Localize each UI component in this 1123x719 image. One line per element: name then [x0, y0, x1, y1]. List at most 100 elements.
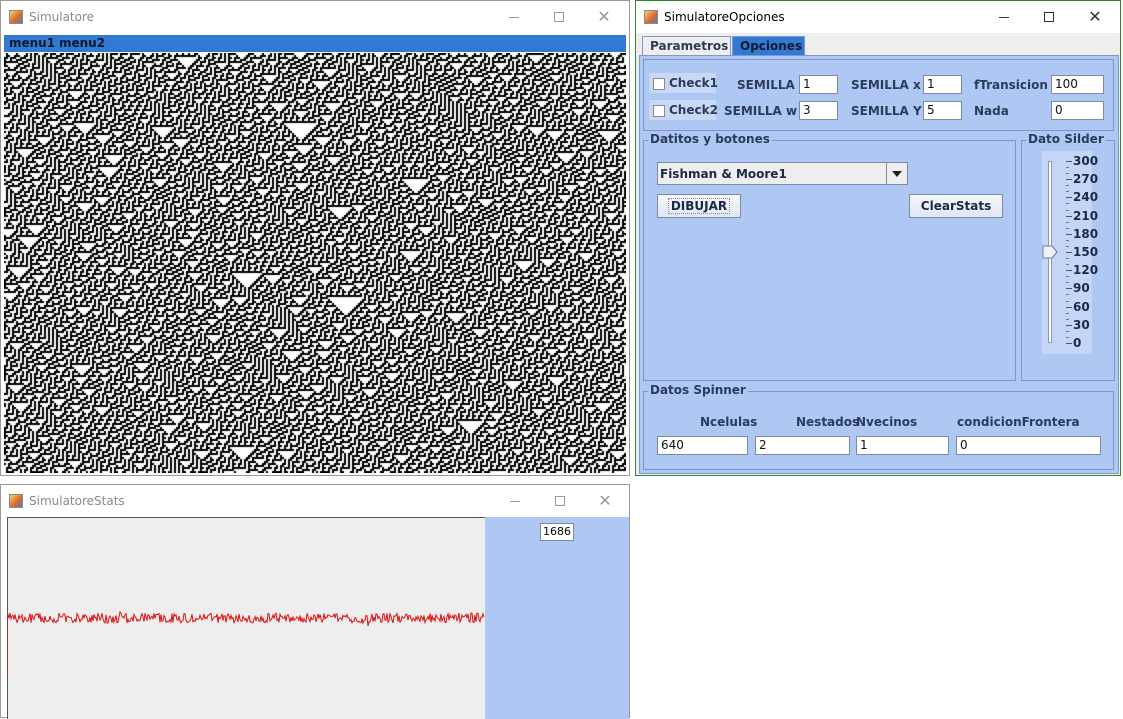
minimize-icon — [510, 500, 520, 502]
nestados-spinner[interactable]: 2 — [755, 436, 850, 455]
slider-tick-label: 90 — [1073, 281, 1090, 296]
tab-bar: Parametros Opciones — [639, 36, 1119, 56]
slider-tick-label: 30 — [1073, 317, 1090, 332]
tab-parametros[interactable]: Parametros — [642, 36, 731, 55]
java-app-icon — [9, 494, 23, 508]
nvecinos-spinner[interactable]: 1 — [856, 436, 949, 455]
minimize-button[interactable] — [492, 485, 538, 517]
slider-minor-tick — [1066, 294, 1069, 296]
slider-tick — [1066, 252, 1072, 253]
generation-counter: 1686 — [540, 523, 574, 541]
condicion-frontera-spinner[interactable]: 0 — [956, 436, 1101, 455]
cellular-automaton-canvas — [4, 53, 626, 473]
nestados-label: Nestados — [796, 415, 860, 429]
slider-minor-tick — [1066, 258, 1069, 260]
check2-checkbox[interactable]: Check2 — [648, 99, 718, 121]
slider-minor-tick — [1066, 185, 1069, 187]
check2-label: Check2 — [669, 103, 718, 117]
semilla-x-label: SEMILLA x — [851, 78, 921, 92]
menu1[interactable]: menu1 — [9, 36, 55, 50]
slider-tick — [1066, 288, 1072, 290]
slider-tick — [1066, 215, 1072, 217]
semilla-y-field[interactable]: 5 — [923, 101, 962, 120]
slider-tick-label: 240 — [1073, 190, 1099, 205]
stats-series-line — [7, 610, 485, 677]
slider-tick-label: 210 — [1073, 208, 1099, 223]
java-app-icon — [9, 10, 23, 24]
maximize-button[interactable] — [536, 1, 582, 33]
slider-minor-tick — [1066, 336, 1069, 338]
slider-minor-tick — [1066, 227, 1069, 229]
combobox-value: Fishman & Moore1 — [660, 167, 787, 181]
check1-label: Check1 — [669, 76, 718, 90]
menu2[interactable]: menu2 — [59, 36, 105, 50]
window-title: SimulatoreStats — [29, 494, 125, 508]
checkbox-box — [653, 105, 665, 117]
minimize-button[interactable] — [491, 1, 537, 33]
tab-opciones[interactable]: Opciones — [732, 36, 805, 55]
nvecinos-label: Nvecinos — [856, 415, 918, 429]
algorithm-combobox[interactable]: Fishman & Moore1 — [657, 162, 908, 185]
stats-line-plot — [7, 610, 485, 677]
maximize-button[interactable] — [537, 485, 583, 517]
close-icon: ✕ — [1088, 7, 1102, 26]
semilla-w-label: SEMILLA w — [724, 104, 798, 118]
slider-title: Dato Silder — [1026, 132, 1106, 146]
semilla-y-label: SEMILLA Y — [851, 104, 922, 118]
ncelulas-spinner[interactable]: 640 — [657, 436, 748, 455]
checkbox-box — [653, 78, 665, 90]
value-slider[interactable]: 300 270 240 210 180 150 120 90 60 30 0 — [1042, 151, 1098, 354]
parametros-group: Check1 Check2 SEMILLA 1 SEMILLA x 1 fTra… — [643, 59, 1114, 131]
slider-minor-tick — [1066, 300, 1069, 302]
slider-minor-tick — [1066, 276, 1069, 278]
close-icon: ✕ — [598, 491, 612, 510]
ftransicion-label: fTransicion — [974, 78, 1048, 92]
slider-tick — [1066, 343, 1072, 344]
clearstats-button[interactable]: ClearStats — [909, 194, 1003, 218]
minimize-button[interactable] — [981, 1, 1027, 33]
dibujar-button[interactable]: DIBUJAR — [657, 194, 741, 218]
dibujar-label: DIBUJAR — [667, 198, 731, 214]
slider-tick — [1066, 179, 1072, 181]
slider-thumb[interactable] — [1042, 245, 1058, 259]
ftransicion-field[interactable]: 100 — [1051, 75, 1104, 94]
slider-minor-tick — [1066, 312, 1069, 314]
simulatore-titlebar[interactable]: Simulatore ✕ — [1, 1, 629, 33]
nada-label: Nada — [974, 104, 1009, 118]
check1-checkbox[interactable]: Check1 — [648, 72, 718, 94]
slider-minor-tick — [1066, 239, 1069, 241]
slider-tick-label: 0 — [1073, 336, 1082, 350]
stats-side-panel — [485, 517, 629, 719]
slider-minor-tick — [1066, 318, 1069, 320]
slider-tick-label: 150 — [1073, 245, 1099, 259]
maximize-button[interactable] — [1026, 1, 1072, 33]
slider-tick-label: 60 — [1073, 299, 1090, 314]
maximize-icon — [554, 12, 564, 22]
close-button[interactable]: ✕ — [581, 1, 627, 33]
datitos-group: Datitos y botones Fishman & Moore1 DIBUJ… — [643, 132, 1016, 381]
slider-minor-tick — [1066, 191, 1069, 193]
semilla-label: SEMILLA — [737, 78, 795, 92]
ncelulas-label: Ncelulas — [700, 415, 758, 429]
stats-titlebar[interactable]: SimulatoreStats ✕ — [1, 485, 629, 517]
simulatore-window: Simulatore ✕ menu1 menu2 — [0, 0, 630, 476]
slider-minor-tick — [1066, 264, 1069, 266]
slider-tick — [1066, 161, 1072, 162]
semilla-w-field[interactable]: 3 — [799, 101, 838, 120]
chevron-down-icon[interactable] — [886, 163, 907, 184]
slider-minor-tick — [1066, 245, 1069, 247]
nada-field[interactable]: 0 — [1051, 101, 1104, 120]
close-button[interactable]: ✕ — [582, 485, 628, 517]
slider-minor-tick — [1066, 209, 1069, 211]
slider-tick — [1066, 197, 1072, 199]
opciones-titlebar[interactable]: SimulatoreOpciones ✕ — [636, 1, 1120, 33]
slider-tick-label: 120 — [1073, 263, 1099, 278]
slider-tick — [1066, 233, 1072, 235]
semilla-field[interactable]: 1 — [799, 75, 838, 94]
slider-minor-tick — [1066, 282, 1069, 284]
slider-tick-label: 270 — [1073, 172, 1099, 187]
semilla-x-field[interactable]: 1 — [923, 75, 962, 94]
slider-minor-tick — [1066, 173, 1069, 175]
slider-tick — [1066, 270, 1072, 272]
close-button[interactable]: ✕ — [1072, 1, 1118, 33]
